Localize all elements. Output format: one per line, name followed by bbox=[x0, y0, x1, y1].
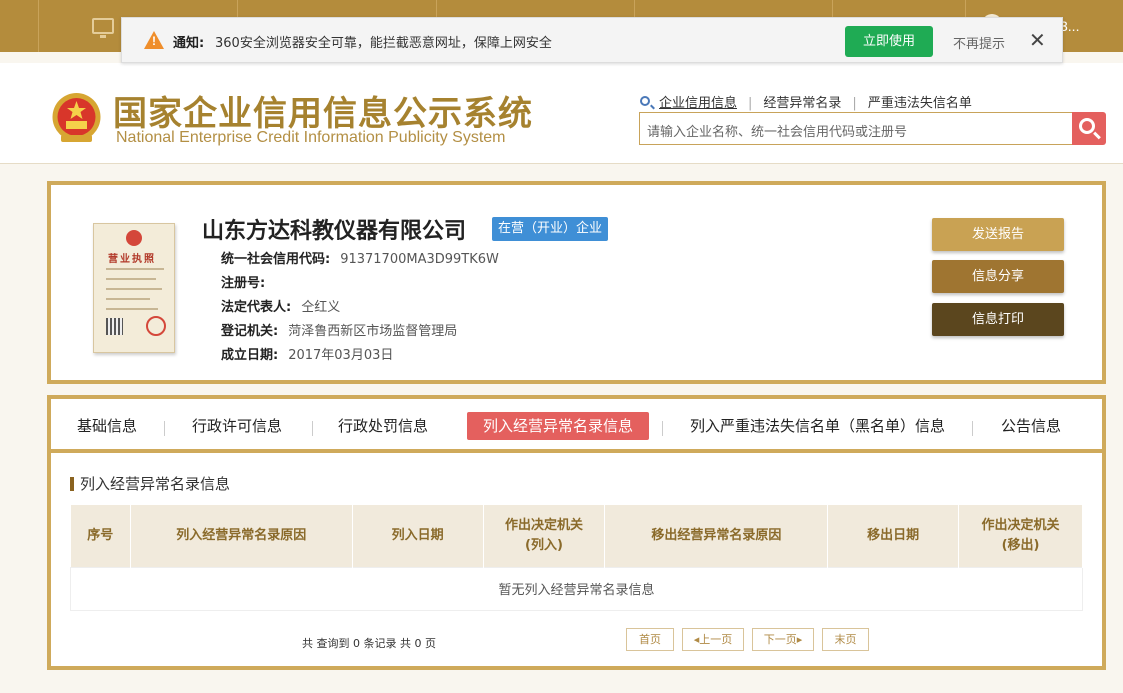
col-list-authority: 作出决定机关(列入) bbox=[483, 505, 606, 567]
next-page-button[interactable]: 下一页▸ bbox=[752, 628, 814, 651]
pager-summary: 共 查询到 0 条记录 共 0 页 bbox=[302, 637, 436, 650]
search-icon bbox=[640, 96, 650, 106]
col-remove-date: 移出日期 bbox=[827, 505, 960, 567]
close-icon[interactable]: ✕ bbox=[1029, 28, 1046, 53]
detail-panel: 基础信息 行政许可信息 行政处罚信息 列入经营异常名录信息 列入严重违法失信名单… bbox=[47, 395, 1106, 670]
last-page-button[interactable]: 末页 bbox=[822, 628, 869, 651]
tab-basic-info[interactable]: 基础信息 bbox=[77, 415, 137, 436]
tab-abnormal-list[interactable]: 列入经营异常名录信息 bbox=[467, 412, 650, 440]
link-abnormal-list[interactable]: 经营异常名录 bbox=[763, 96, 841, 111]
stamp-icon bbox=[146, 316, 166, 336]
use-now-button[interactable]: 立即使用 bbox=[845, 26, 933, 57]
tab-bar: 基础信息 行政许可信息 行政处罚信息 列入经营异常名录信息 列入严重违法失信名单… bbox=[51, 399, 1102, 453]
warning-icon: ! bbox=[144, 31, 164, 49]
col-index: 序号 bbox=[70, 505, 131, 567]
notice-label: 通知: bbox=[173, 36, 205, 51]
col-remove-authority: 作出决定机关(移出) bbox=[958, 505, 1083, 567]
tab-blacklist[interactable]: 列入严重违法失信名单（黑名单）信息 bbox=[690, 415, 945, 436]
tab-admin-license[interactable]: 行政许可信息 bbox=[192, 415, 282, 436]
qr-code-icon bbox=[106, 318, 123, 335]
link-enterprise-credit[interactable]: 企业信用信息 bbox=[659, 96, 737, 111]
national-emblem-icon bbox=[52, 93, 101, 142]
prev-page-button[interactable]: ◂上一页 bbox=[682, 628, 744, 651]
link-separator: | bbox=[852, 96, 857, 111]
empty-message: 暂无列入经营异常名录信息 bbox=[70, 566, 1083, 611]
abnormal-list-table: 序号 列入经营异常名录原因 列入日期 作出决定机关(列入) 移出经营异常名录原因… bbox=[70, 505, 1083, 611]
link-separator: | bbox=[748, 96, 753, 111]
col-list-reason: 列入经营异常名录原因 bbox=[130, 505, 353, 567]
search-button[interactable] bbox=[1072, 112, 1106, 145]
print-info-button[interactable]: 信息打印 bbox=[932, 303, 1064, 336]
site-subtitle: National Enterprise Credit Information P… bbox=[116, 129, 506, 146]
first-page-button[interactable]: 首页 bbox=[626, 628, 674, 651]
col-list-date: 列入日期 bbox=[352, 505, 484, 567]
notice-message: 360安全浏览器安全可靠，能拦截恶意网址，保障上网安全 bbox=[215, 36, 552, 51]
chevron-right-icon: ▸ bbox=[796, 633, 803, 646]
nav-divider bbox=[38, 0, 39, 52]
status-badge: 在营（开业）企业 bbox=[492, 217, 609, 241]
header-links: 企业信用信息 | 经营异常名录 | 严重违法失信名单 bbox=[640, 92, 972, 111]
site-header: 国家企业信用信息公示系统 National Enterprise Credit … bbox=[0, 63, 1123, 164]
section-title: 列入经营异常名录信息 bbox=[70, 477, 230, 492]
field-legal-rep: 法定代表人: 仝红义 bbox=[221, 300, 341, 315]
business-license-image[interactable]: 营业执照 bbox=[93, 223, 175, 353]
emblem-icon bbox=[126, 230, 142, 246]
tab-announcements[interactable]: 公告信息 bbox=[1001, 415, 1061, 436]
table-header-row: 序号 列入经营异常名录原因 列入日期 作出决定机关(列入) 移出经营异常名录原因… bbox=[70, 505, 1083, 567]
send-report-button[interactable]: 发送报告 bbox=[932, 218, 1064, 251]
site-title: 国家企业信用信息公示系统 bbox=[113, 94, 533, 134]
field-reg-number: 注册号: bbox=[221, 276, 266, 291]
dont-show-again-link[interactable]: 不再提示 bbox=[953, 33, 1005, 52]
license-title: 营业执照 bbox=[108, 254, 156, 265]
search-input[interactable]: 请输入企业名称、统一社会信用代码或注册号 bbox=[639, 112, 1072, 145]
field-credit-code: 统一社会信用代码: 91371700MA3D99TK6W bbox=[221, 252, 499, 267]
monitor-icon[interactable] bbox=[92, 18, 114, 38]
share-info-button[interactable]: 信息分享 bbox=[932, 260, 1064, 293]
company-name: 山东方达科教仪器有限公司 bbox=[202, 219, 467, 244]
table-row: 暂无列入经营异常名录信息 bbox=[70, 566, 1083, 611]
tab-admin-penalty[interactable]: 行政处罚信息 bbox=[338, 415, 428, 436]
field-established: 成立日期: 2017年03月03日 bbox=[221, 348, 394, 363]
link-blacklist[interactable]: 严重违法失信名单 bbox=[868, 96, 972, 111]
search-icon bbox=[1079, 118, 1095, 134]
field-authority: 登记机关: 菏泽鲁西新区市场监督管理局 bbox=[221, 324, 458, 339]
col-remove-reason: 移出经营异常名录原因 bbox=[604, 505, 829, 567]
browser-notice-bar: ! 通知: 360安全浏览器安全可靠，能拦截恶意网址，保障上网安全 立即使用 不… bbox=[121, 17, 1063, 63]
company-card: 营业执照 山东方达科教仪器有限公司 在营（开业）企业 统一社会信用代码: 9137… bbox=[47, 181, 1106, 384]
